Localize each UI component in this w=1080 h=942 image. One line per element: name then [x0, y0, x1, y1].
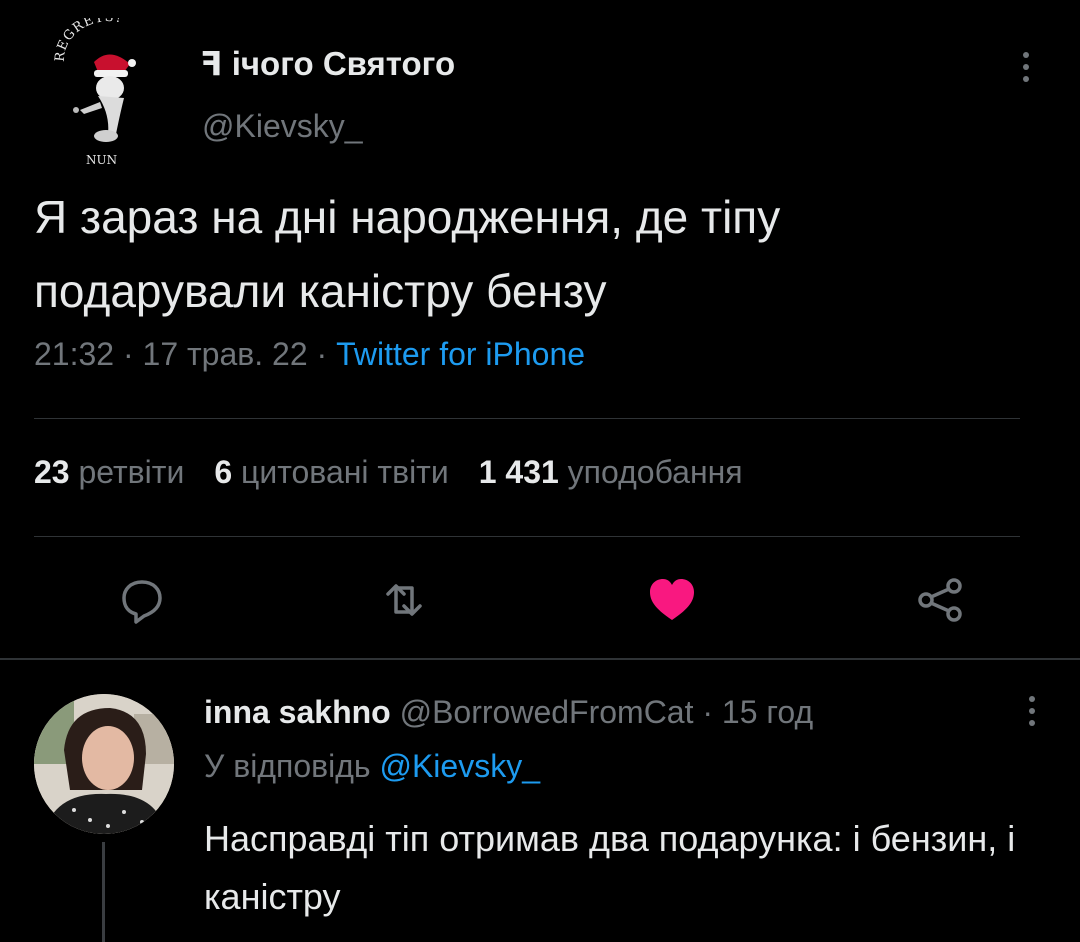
- tweet-source-link[interactable]: Twitter for iPhone: [336, 336, 585, 372]
- tweet-time: 21:32: [34, 336, 115, 372]
- reply-display-name[interactable]: inna sakhno: [204, 694, 391, 730]
- reply-button[interactable]: [114, 572, 170, 628]
- author-display-name[interactable]: ꟻ ічого Святого: [200, 44, 455, 83]
- replying-prefix: У відповідь: [204, 748, 371, 784]
- more-options-icon[interactable]: [1014, 48, 1038, 88]
- meta-separator: ·: [307, 336, 337, 372]
- author-handle[interactable]: @Kievsky_: [202, 108, 363, 145]
- likes-stat[interactable]: 1 431 уподобання: [479, 454, 743, 490]
- tweet-text: Я зараз на дні народження, де тіпу подар…: [34, 191, 781, 317]
- reply-age[interactable]: 15 год: [722, 694, 813, 730]
- reply-header: inna sakhno @BorrowedFromCat · 15 год: [204, 694, 813, 731]
- like-button[interactable]: [644, 572, 700, 628]
- divider: [34, 418, 1020, 419]
- regrets-nun-avatar-icon: REGRETS? NUN: [50, 10, 162, 168]
- tweet-date: 17 трав. 22: [142, 336, 308, 372]
- replying-to: У відповідь @Kievsky_: [204, 748, 540, 785]
- quotes-stat[interactable]: 6 цитовані твіти: [214, 454, 448, 490]
- person-photo-icon: [34, 694, 174, 834]
- reply-handle[interactable]: @BorrowedFromCat: [400, 694, 694, 730]
- quotes-count: 6: [214, 454, 233, 490]
- retweets-stat[interactable]: 23 ретвіти: [34, 454, 184, 490]
- retweets-label: ретвіти: [78, 454, 185, 490]
- reply-icon: [122, 580, 162, 624]
- likes-label: уподобання: [567, 454, 743, 490]
- share-button[interactable]: [912, 572, 968, 628]
- tweet-meta: 21:32 · 17 трав. 22 · Twitter for iPhone: [34, 336, 585, 373]
- tweet-stats: 23 ретвіти 6 цитовані твіти 1 431 уподобан…: [34, 454, 743, 491]
- retweet-button[interactable]: [376, 572, 432, 628]
- meta-separator: ·: [114, 336, 143, 372]
- likes-count: 1 431: [478, 454, 559, 490]
- retweets-count: 23: [34, 454, 70, 490]
- retweet-icon: [386, 584, 422, 616]
- thread-line: [102, 842, 105, 942]
- heart-icon: [650, 579, 694, 620]
- quotes-label: цитовані твіти: [241, 454, 449, 490]
- share-icon: [918, 578, 962, 622]
- reply-separator: ·: [693, 694, 722, 730]
- author-avatar[interactable]: REGRETS? NUN: [50, 10, 162, 168]
- replying-to-mention[interactable]: @Kievsky_: [379, 748, 540, 784]
- divider: [34, 536, 1020, 537]
- section-divider: [0, 658, 1080, 660]
- reply-more-options-icon[interactable]: [1020, 692, 1044, 732]
- reply-text: Насправді тіп отримав два подарунка: і б…: [204, 818, 1016, 917]
- reply-avatar[interactable]: [34, 694, 174, 834]
- avatar-caption: NUN: [86, 153, 117, 167]
